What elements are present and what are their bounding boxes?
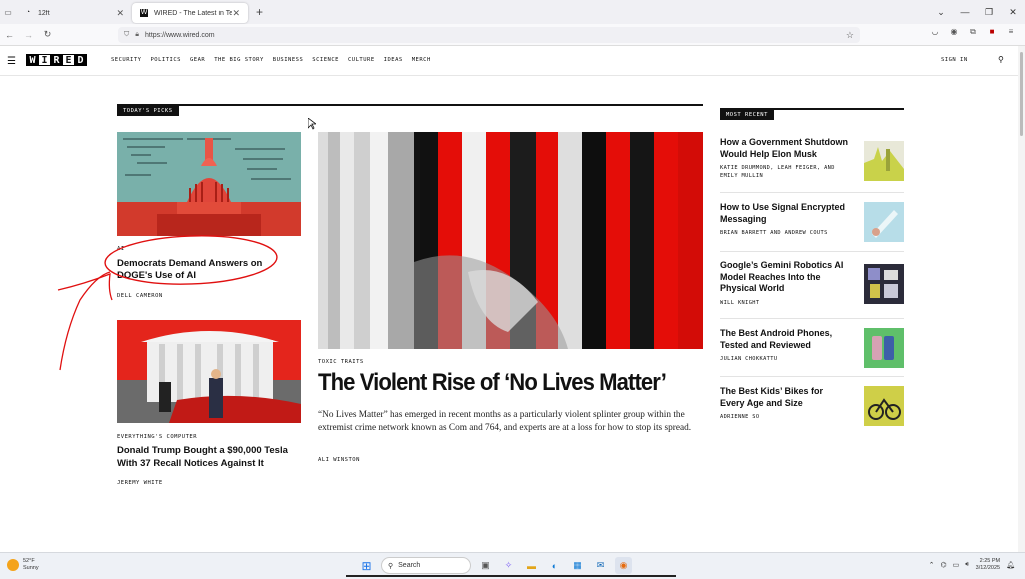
system-tray: ⌃ ⌬ ▭ 🔉︎ 2:25 PM 3/12/2025 🔔︎ (929, 558, 1015, 572)
weather-temp: 52°F (23, 558, 35, 564)
clock-date: 3/12/2025 (975, 565, 1001, 571)
volume-icon[interactable]: 🔉︎ (965, 561, 969, 569)
firefox-icon[interactable]: ◉ (615, 557, 632, 574)
notification-bell-icon[interactable]: 🔔︎ (1006, 561, 1015, 569)
taskbar-bottom-indicator (346, 575, 676, 577)
search-label: Search (398, 562, 421, 569)
edge-icon[interactable]: ◐ (546, 557, 563, 574)
copilot-icon[interactable]: ✧ (500, 557, 517, 574)
taskbar-apps: ⊞ ⚲ Search ▣ ✧ ▬ ◐ ▦ ✉ ◉ (358, 557, 632, 574)
weather-widget[interactable]: 52°F Sunny (7, 558, 39, 572)
file-explorer-icon[interactable]: ▬ (523, 557, 540, 574)
taskbar-search[interactable]: ⚲ Search (381, 557, 471, 574)
sun-icon (7, 559, 19, 571)
mouse-cursor-icon (308, 118, 316, 130)
search-icon: ⚲ (388, 562, 394, 570)
weather-desc: Sunny (23, 565, 39, 571)
clock[interactable]: 2:25 PM 3/12/2025 (976, 558, 1000, 572)
windows-start-icon[interactable]: ⊞ (358, 557, 375, 574)
task-view-icon[interactable]: ▣ (477, 557, 494, 574)
network-icon[interactable]: ⌬ (940, 561, 946, 569)
chevron-up-icon[interactable]: ⌃ (929, 561, 935, 569)
outlook-icon[interactable]: ✉ (592, 557, 609, 574)
red-annotation-overlay (57, 235, 278, 371)
store-icon[interactable]: ▦ (569, 557, 586, 574)
display-icon[interactable]: ▭ (953, 561, 960, 569)
clock-time: 2:25 PM (979, 558, 1001, 564)
